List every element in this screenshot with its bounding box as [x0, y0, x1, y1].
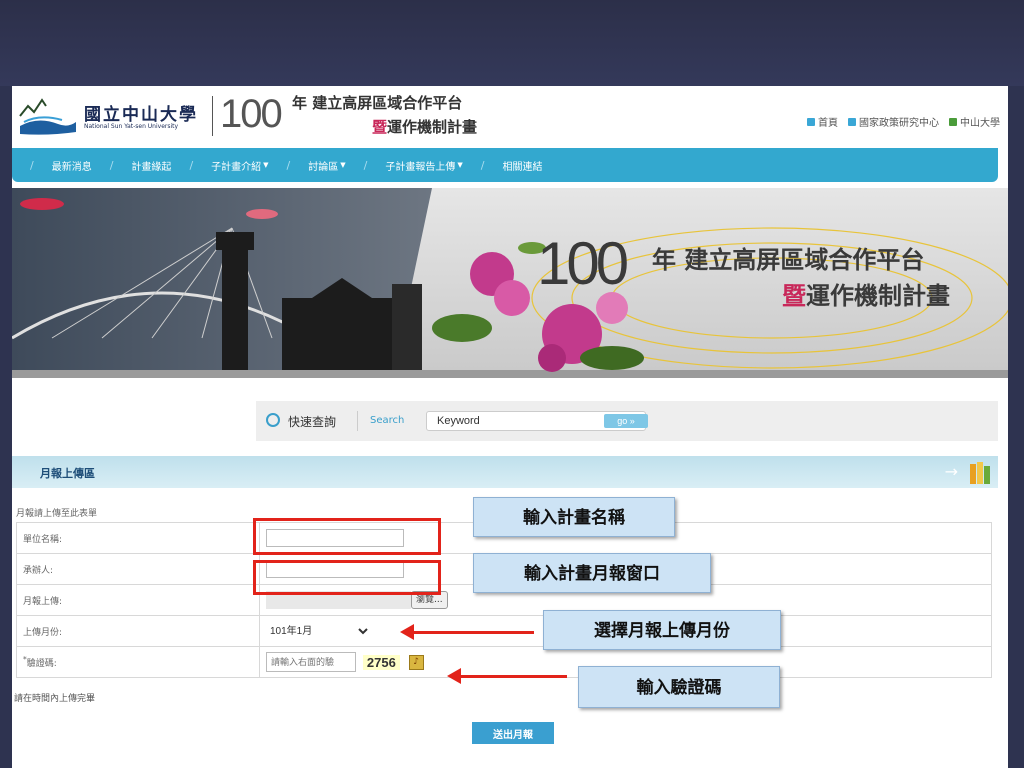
captcha-label-cell: *驗證碼: [16, 646, 260, 678]
form-hint: 月報請上傳至此表單 [16, 509, 98, 519]
nav-slash-icon: / [30, 158, 34, 172]
header-divider [212, 96, 213, 136]
quick-search-bar: 快速查詢 Search go » [256, 401, 998, 441]
books-icon [970, 462, 990, 484]
nav-item-subprojects[interactable]: / 子計畫介紹 ▼ [189, 158, 268, 173]
contact-label: 承辦人: [16, 553, 260, 585]
unit-label: 單位名稱: [16, 522, 260, 554]
section-header: 月報上傳區 → [12, 456, 998, 488]
header-title-rest: 運作機制計畫 [387, 118, 478, 136]
main-nav: / 最新消息 / 計畫緣起 / 子計畫介紹 ▼ / 討論區 ▼ / 子計畫報告上傳 ▼ / 相關連… [12, 148, 998, 182]
banner-year-number: 100 [537, 230, 629, 297]
arrow-left-icon [400, 624, 534, 640]
dropdown-caret-icon: ▼ [263, 161, 269, 169]
upload-label: 月報上傳: [16, 584, 260, 616]
month-select[interactable]: 101年1月 [266, 621, 371, 641]
link-bullet-icon [848, 117, 856, 126]
web-page: 國立中山大學 National Sun Yat-sen University 1… [12, 86, 1008, 768]
nav-item-forum[interactable]: / 討論區 ▼ [287, 158, 346, 173]
site-header: 國立中山大學 National Sun Yat-sen University 1… [12, 86, 1008, 146]
highlight-box-contact [253, 560, 441, 595]
header-year-number: 100 [220, 92, 283, 136]
callout-plan-name: 輸入計畫名稱 [473, 497, 675, 537]
top-link-university[interactable]: 中山大學 [949, 114, 1000, 129]
dropdown-caret-icon: ▼ [340, 161, 346, 169]
dropdown-caret-icon: ▼ [457, 161, 463, 169]
banner-title-line1: 年 建立高屏區域合作平台 [652, 246, 925, 274]
nav-slash-icon: / [109, 158, 114, 172]
form-note: 請在時間內上傳完畢 [14, 694, 96, 704]
submit-report-button[interactable]: 送出月報 [472, 722, 554, 744]
captcha-image: 2756 [362, 654, 400, 670]
callout-contact: 輸入計畫月報窗口 [473, 553, 711, 593]
form-row-captcha: *驗證碼: 2756 ♪ [16, 646, 992, 678]
link-bullet-icon [807, 117, 815, 126]
top-link-policy-center[interactable]: 國家政策研究中心 [848, 114, 939, 129]
callout-month: 選擇月報上傳月份 [543, 610, 781, 650]
nav-slash-icon: / [363, 158, 368, 172]
hero-banner: 100 年 建立高屏區域合作平台 暨運作機制計畫 [12, 188, 1008, 378]
nav-slash-icon: / [189, 158, 194, 172]
nav-item-news[interactable]: / 最新消息 [30, 158, 92, 173]
upload-form: 單位名稱: 承辦人: 月報上傳: 瀏覽... 上傳月份: 101年1月 *驗證碼… [16, 522, 992, 678]
banner-title-line2: 暨運作機制計畫 [782, 276, 950, 311]
section-title: 月報上傳區 [40, 467, 95, 480]
captcha-input[interactable] [266, 652, 356, 672]
top-links: 首頁 國家政策研究中心 中山大學 [807, 114, 1000, 129]
slide-top-band [0, 0, 1024, 86]
home-icon [949, 117, 957, 126]
captcha-label: 驗證碼: [26, 659, 57, 669]
top-link-home[interactable]: 首頁 [807, 114, 838, 129]
banner-title-highlight: 暨 [782, 282, 806, 310]
header-title-line2: 暨運作機制計畫 [372, 116, 477, 137]
header-title-line1: 年 建立高屏區域合作平台 [292, 94, 463, 112]
header-title-highlight: 暨 [372, 118, 388, 136]
nav-slash-icon: / [480, 158, 485, 172]
nav-item-links[interactable]: / 相關連結 [481, 158, 543, 173]
speaker-icon[interactable]: ♪ [408, 654, 424, 670]
search-circle-icon [266, 413, 280, 427]
search-label: Search [370, 415, 405, 426]
callout-captcha: 輸入驗證碼 [578, 666, 780, 708]
arrow-right-icon: → [944, 462, 958, 481]
arrow-left-icon [447, 668, 567, 684]
mountain-wave-logo-icon [19, 98, 76, 135]
logo-chinese-name: 國立中山大學 [84, 105, 198, 125]
month-label: 上傳月份: [16, 615, 260, 647]
quick-search-label: 快速查詢 [288, 415, 337, 429]
search-go-button[interactable]: go » [604, 414, 648, 428]
nav-item-report-upload[interactable]: / 子計畫報告上傳 ▼ [364, 158, 463, 173]
nav-item-origin[interactable]: / 計畫緣起 [110, 158, 172, 173]
nav-slash-icon: / [286, 158, 291, 172]
search-divider [357, 411, 358, 431]
university-logo[interactable]: 國立中山大學 National Sun Yat-sen University [18, 92, 208, 140]
highlight-box-unit [253, 518, 441, 555]
banner-title-rest: 運作機制計畫 [806, 282, 950, 310]
logo-english-name: National Sun Yat-sen University [84, 123, 179, 130]
